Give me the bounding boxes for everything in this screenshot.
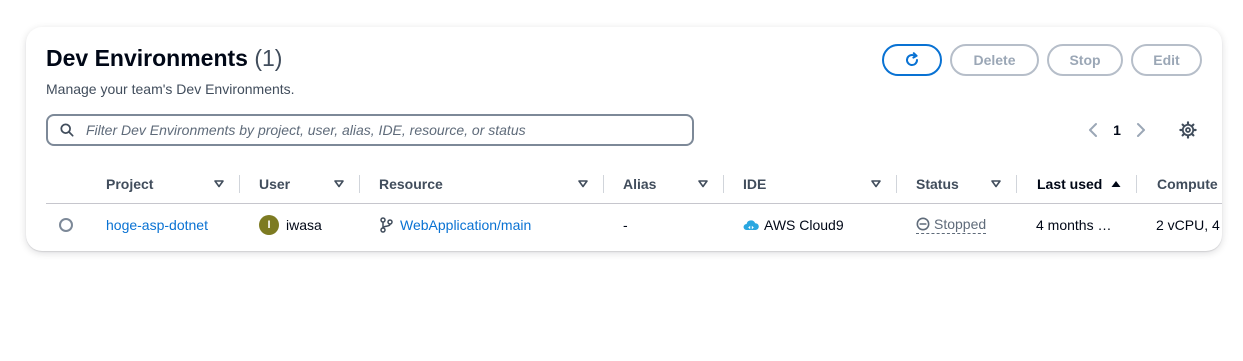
- resource-link[interactable]: WebApplication/main: [400, 217, 531, 233]
- alias-value: -: [623, 216, 628, 233]
- ide-name: AWS Cloud9: [764, 216, 844, 233]
- column-header-ide[interactable]: IDE: [743, 165, 766, 203]
- page-description: Manage your team's Dev Environments.: [46, 81, 295, 97]
- column-divider: [239, 175, 240, 193]
- cloud9-icon: [743, 219, 759, 230]
- column-header-resource[interactable]: Resource: [379, 165, 443, 203]
- column-header-project[interactable]: Project: [106, 165, 153, 203]
- gear-icon: [1179, 121, 1197, 139]
- current-page[interactable]: 1: [1104, 122, 1130, 138]
- last-used-value: 4 months …: [1036, 216, 1112, 233]
- column-label: IDE: [743, 176, 767, 192]
- dev-environments-panel: Dev Environments (1) Manage your team's …: [26, 27, 1222, 251]
- filter-field[interactable]: [46, 114, 694, 146]
- last-used-cell: 4 months …: [1036, 204, 1111, 245]
- table-header: Project User Resource Alias IDE Status L…: [46, 165, 1222, 204]
- project-cell: hoge-asp-dotnet: [106, 204, 208, 245]
- caret-down-icon: [871, 180, 881, 188]
- column-divider: [359, 175, 360, 193]
- refresh-icon: [906, 52, 919, 66]
- column-header-last-used[interactable]: Last used: [1037, 165, 1102, 203]
- caret-up-filled-icon: [1111, 181, 1121, 187]
- caret-down-icon: [698, 180, 708, 188]
- caret-down-icon: [991, 180, 1001, 188]
- column-divider: [603, 175, 604, 193]
- sort-toggle-resource[interactable]: [576, 177, 590, 191]
- header-actions: Delete Stop Edit: [882, 44, 1202, 76]
- refresh-button[interactable]: [882, 44, 942, 76]
- row-select-radio[interactable]: [59, 217, 73, 232]
- caret-down-icon: [334, 180, 344, 188]
- column-divider: [1016, 175, 1017, 193]
- column-divider: [896, 175, 897, 193]
- resource-cell: WebApplication/main: [379, 204, 531, 245]
- user-avatar: I: [259, 214, 279, 235]
- sort-toggle-status[interactable]: [989, 177, 1003, 191]
- caret-down-icon: [578, 180, 588, 188]
- next-page-button[interactable]: [1130, 118, 1152, 142]
- search-icon: [60, 123, 74, 137]
- column-label: Resource: [379, 176, 443, 192]
- page-title: Dev Environments (1): [46, 45, 282, 72]
- sort-toggle-user[interactable]: [332, 177, 346, 191]
- column-divider: [723, 175, 724, 193]
- column-header-alias[interactable]: Alias: [623, 165, 656, 203]
- previous-page-button[interactable]: [1082, 118, 1104, 142]
- environment-count: (1): [254, 45, 283, 71]
- sort-toggle-project[interactable]: [212, 177, 226, 191]
- column-label: Compute: [1157, 176, 1218, 192]
- column-label: Last used: [1037, 176, 1103, 192]
- column-label: User: [259, 176, 291, 192]
- chevron-right-icon: [1137, 123, 1145, 137]
- sort-toggle-ide[interactable]: [869, 177, 883, 191]
- pagination: 1: [1082, 118, 1152, 142]
- compute-cell: 2 vCPU, 4: [1156, 204, 1220, 245]
- page-title-text: Dev Environments: [46, 45, 248, 71]
- sort-toggle-alias[interactable]: [696, 177, 710, 191]
- table-row[interactable]: hoge-asp-dotnet I iwasa WebApplication/m…: [46, 204, 1222, 245]
- chevron-left-icon: [1089, 123, 1097, 137]
- column-header-status[interactable]: Status: [916, 165, 959, 203]
- column-header-compute[interactable]: Compute: [1157, 165, 1218, 203]
- user-cell: I iwasa: [259, 204, 322, 245]
- status-indicator[interactable]: Stopped: [916, 215, 987, 234]
- column-label: Alias: [623, 176, 657, 192]
- branch-icon: [380, 216, 393, 233]
- column-label: Status: [916, 176, 959, 192]
- sort-toggle-last-used[interactable]: [1109, 177, 1123, 191]
- preferences-button[interactable]: [1176, 118, 1200, 142]
- column-header-user[interactable]: User: [259, 165, 290, 203]
- row-select-cell: [59, 204, 73, 245]
- status-cell: Stopped: [916, 204, 987, 245]
- status-text: Stopped: [934, 215, 987, 232]
- project-link[interactable]: hoge-asp-dotnet: [106, 217, 208, 233]
- ide-cell: AWS Cloud9: [743, 204, 844, 245]
- stopped-icon: [916, 217, 930, 230]
- user-name: iwasa: [286, 216, 322, 233]
- alias-cell: -: [623, 204, 628, 245]
- edit-button[interactable]: Edit: [1131, 44, 1202, 76]
- delete-button[interactable]: Delete: [950, 44, 1039, 76]
- compute-value: 2 vCPU, 4: [1156, 216, 1220, 233]
- filter-input[interactable]: [84, 121, 692, 139]
- caret-down-icon: [214, 180, 224, 188]
- column-label: Project: [106, 176, 154, 192]
- column-divider: [1136, 175, 1137, 193]
- stop-button[interactable]: Stop: [1047, 44, 1123, 76]
